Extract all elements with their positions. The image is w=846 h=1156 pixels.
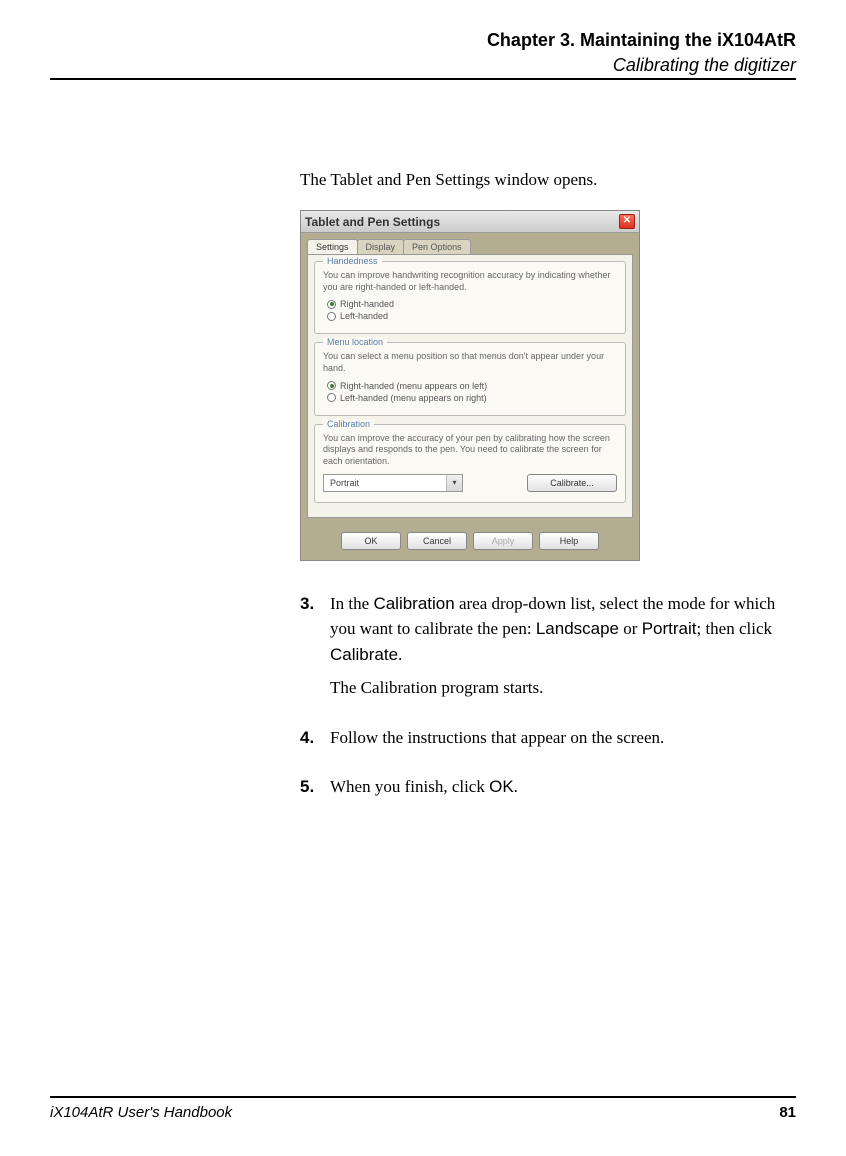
cancel-button[interactable]: Cancel [407, 532, 467, 550]
page-content: The Tablet and Pen Settings window opens… [300, 170, 786, 808]
ok-button[interactable]: OK [341, 532, 401, 550]
step-4-text: Follow the instructions that appear on t… [330, 725, 664, 751]
radio-label: Left-handed (menu appears on right) [340, 393, 487, 403]
dialog-screenshot: Tablet and Pen Settings ✕ Settings Displ… [300, 210, 640, 561]
menu-location-title: Menu location [323, 337, 387, 347]
intro-text: The Tablet and Pen Settings window opens… [300, 170, 786, 190]
chapter-title: Chapter 3. Maintaining the iX104AtR [50, 30, 796, 51]
close-icon[interactable]: ✕ [619, 214, 635, 229]
settings-panel: Handedness You can improve handwriting r… [307, 254, 633, 518]
menu-location-desc: You can select a menu position so that m… [323, 351, 617, 374]
chevron-down-icon: ▾ [446, 475, 462, 491]
step-3: 3. In the Calibration area drop-down lis… [300, 591, 786, 709]
step-number: 5. [300, 774, 330, 808]
calibration-controls: Portrait ▾ Calibrate... [323, 474, 617, 492]
step-body: When you finish, click OK. [330, 774, 518, 808]
book-title: iX104AtR User's Handbook [50, 1104, 232, 1121]
section-title: Calibrating the digitizer [50, 55, 796, 76]
step-number: 4. [300, 725, 330, 759]
help-button[interactable]: Help [539, 532, 599, 550]
tab-display[interactable]: Display [357, 239, 405, 254]
radio-menu-left[interactable]: Right-handed (menu appears on left) [327, 381, 617, 391]
calibrate-button[interactable]: Calibrate... [527, 474, 617, 492]
radio-icon [327, 300, 336, 309]
radio-label: Left-handed [340, 311, 388, 321]
menu-location-group: Menu location You can select a menu posi… [314, 342, 626, 415]
page-header: Chapter 3. Maintaining the iX104AtR Cali… [50, 30, 796, 80]
handedness-desc: You can improve handwriting recognition … [323, 270, 617, 293]
step-number: 3. [300, 591, 330, 709]
dialog-titlebar: Tablet and Pen Settings ✕ [301, 211, 639, 233]
handedness-title: Handedness [323, 256, 382, 266]
dropdown-value: Portrait [330, 478, 359, 488]
step-5-text: When you finish, click OK. [330, 774, 518, 800]
radio-label: Right-handed (menu appears on left) [340, 381, 487, 391]
calibration-title: Calibration [323, 419, 374, 429]
step-body: In the Calibration area drop-down list, … [330, 591, 786, 709]
page-footer: iX104AtR User's Handbook 81 [50, 1096, 796, 1121]
step-4: 4. Follow the instructions that appear o… [300, 725, 786, 759]
orientation-dropdown[interactable]: Portrait ▾ [323, 474, 463, 492]
tab-settings[interactable]: Settings [307, 239, 358, 254]
calibration-desc: You can improve the accuracy of your pen… [323, 433, 617, 468]
step-3-para-1: In the Calibration area drop-down list, … [330, 591, 786, 668]
dialog-button-row: OK Cancel Apply Help [301, 524, 639, 560]
step-5: 5. When you finish, click OK. [300, 774, 786, 808]
page-number: 81 [779, 1104, 796, 1121]
radio-menu-right[interactable]: Left-handed (menu appears on right) [327, 393, 617, 403]
radio-icon [327, 393, 336, 402]
calibration-group: Calibration You can improve the accuracy… [314, 424, 626, 503]
step-body: Follow the instructions that appear on t… [330, 725, 664, 759]
radio-icon [327, 312, 336, 321]
dialog-title: Tablet and Pen Settings [305, 215, 440, 229]
radio-icon [327, 381, 336, 390]
apply-button[interactable]: Apply [473, 532, 533, 550]
handedness-group: Handedness You can improve handwriting r… [314, 261, 626, 334]
tab-strip: Settings Display Pen Options [301, 233, 639, 254]
radio-left-handed[interactable]: Left-handed [327, 311, 617, 321]
step-3-para-2: The Calibration program starts. [330, 675, 786, 701]
radio-label: Right-handed [340, 299, 394, 309]
tab-pen-options[interactable]: Pen Options [403, 239, 471, 254]
radio-right-handed[interactable]: Right-handed [327, 299, 617, 309]
